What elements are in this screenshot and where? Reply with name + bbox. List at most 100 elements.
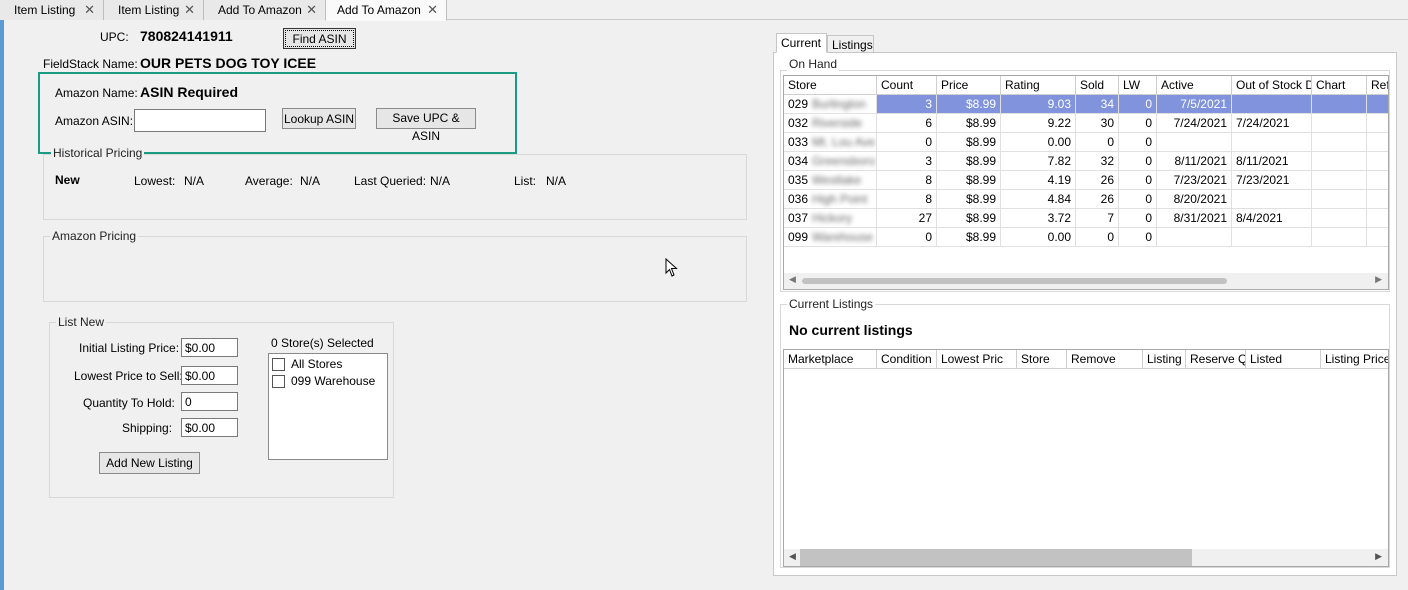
cell-store: 099 Warehouse: [784, 228, 877, 247]
lookup-asin-button[interactable]: Lookup ASIN: [282, 108, 356, 129]
column-header[interactable]: Marketplace: [784, 350, 877, 369]
column-header[interactable]: LW: [1119, 76, 1157, 95]
column-header[interactable]: Listing: [1143, 350, 1186, 369]
left-accent-bar: [0, 20, 4, 590]
cell-count: 8: [877, 171, 937, 190]
table-row[interactable]: 035 Westlake 8 $8.99 4.19 26 0 7/23/2021 7/23/20…: [784, 171, 1388, 190]
tab-add-to-amazon-2[interactable]: Add To Amazon ✕: [325, 0, 447, 21]
store-name: Mt. Lou Ave: [812, 135, 876, 149]
cell-ref: [1367, 228, 1388, 247]
tab-add-to-amazon-1[interactable]: Add To Amazon ✕: [204, 0, 326, 20]
column-header[interactable]: Rating: [1001, 76, 1076, 95]
scroll-thumb[interactable]: [802, 278, 1227, 284]
table-row[interactable]: 029 Burlington 3 $8.99 9.03 34 0 7/5/2021: [784, 95, 1388, 114]
shipping-label: Shipping:: [122, 421, 173, 435]
close-icon[interactable]: ✕: [306, 2, 317, 18]
store-name: Burlington: [812, 97, 867, 111]
cell-ref: [1367, 171, 1388, 190]
cell-ref: [1367, 190, 1388, 209]
cell-price: $8.99: [937, 152, 1001, 171]
shipping-input[interactable]: [181, 418, 238, 437]
checkbox[interactable]: [272, 375, 285, 389]
current-listings-title: Current Listings: [787, 297, 876, 311]
column-header[interactable]: Listing Price: [1321, 350, 1388, 369]
quantity-to-hold-input[interactable]: [181, 392, 238, 411]
add-new-listing-button[interactable]: Add New Listing: [99, 452, 200, 474]
table-row[interactable]: 037 Hickory 27 $8.99 3.72 7 0 8/31/2021 8/4/2021: [784, 209, 1388, 228]
cell-rating: 0.00: [1001, 133, 1076, 152]
cell-count: 8: [877, 190, 937, 209]
column-header[interactable]: Sold: [1076, 76, 1119, 95]
horizontal-scrollbar[interactable]: ◀ ▶: [784, 273, 1388, 289]
tab-label: Item Listing: [118, 3, 180, 17]
on-hand-grid[interactable]: Store Count Price Rating Sold LW Active …: [783, 75, 1389, 290]
cell-count: 3: [877, 152, 937, 171]
tab-listings[interactable]: Listings: [827, 35, 874, 53]
tab-item-listing-1[interactable]: Item Listing ✕: [0, 0, 104, 20]
table-row[interactable]: 036 High Point 8 $8.99 4.84 26 0 8/20/2021: [784, 190, 1388, 209]
column-header[interactable]: Condition: [877, 350, 937, 369]
tab-current[interactable]: Current: [776, 33, 827, 53]
column-header[interactable]: Out of Stock D: [1232, 76, 1312, 95]
cell-oos: [1232, 228, 1312, 247]
cell-oos: [1232, 95, 1312, 114]
column-header[interactable]: Price: [937, 76, 1001, 95]
close-icon[interactable]: ✕: [84, 2, 95, 18]
cell-chart: [1312, 133, 1367, 152]
store-name: High Point: [812, 192, 868, 206]
cell-lw: 0: [1119, 114, 1157, 133]
find-asin-button[interactable]: Find ASIN: [283, 28, 356, 49]
store-code: 033: [788, 135, 809, 149]
cell-store: 036 High Point: [784, 190, 877, 209]
initial-listing-price-input[interactable]: [181, 338, 238, 357]
column-header[interactable]: Store: [784, 76, 877, 95]
column-header[interactable]: Store: [1017, 350, 1067, 369]
checkbox[interactable]: [272, 358, 285, 372]
table-row[interactable]: 034 Greensboro 3 $8.99 7.82 32 0 8/11/2021 8/11/…: [784, 152, 1388, 171]
cell-count: 0: [877, 133, 937, 152]
column-header[interactable]: Chart: [1312, 76, 1367, 95]
cell-lw: 0: [1119, 152, 1157, 171]
scroll-left-icon[interactable]: ◀: [789, 274, 796, 285]
store-option-099[interactable]: 099 Warehouse: [272, 374, 375, 389]
scroll-thumb[interactable]: [800, 549, 1192, 566]
store-code: 036: [788, 192, 809, 206]
column-header[interactable]: Ref: [1367, 76, 1388, 95]
cell-oos: 7/23/2021: [1232, 171, 1312, 190]
cell-ref: [1367, 209, 1388, 228]
tab-item-listing-2[interactable]: Item Listing ✕: [104, 0, 204, 20]
table-row[interactable]: 099 Warehouse 0 $8.99 0.00 0 0: [784, 228, 1388, 247]
lowest-price-to-sell-input[interactable]: [181, 366, 238, 385]
scroll-left-icon[interactable]: ◀: [789, 551, 796, 562]
cell-store: 037 Hickory: [784, 209, 877, 228]
scroll-right-icon[interactable]: ▶: [1375, 551, 1382, 562]
table-row[interactable]: 033 Mt. Lou Ave 0 $8.99 0.00 0 0: [784, 133, 1388, 152]
column-header[interactable]: Reserve Q: [1186, 350, 1246, 369]
cell-sold: 30: [1076, 114, 1119, 133]
store-option-all[interactable]: All Stores: [272, 357, 342, 372]
table-row[interactable]: 032 Riverside 6 $8.99 9.22 30 0 7/24/2021 7/24/2…: [784, 114, 1388, 133]
upc-label: UPC:: [100, 30, 129, 44]
amazon-asin-input[interactable]: [134, 109, 266, 132]
cell-price: $8.99: [937, 114, 1001, 133]
horizontal-scrollbar[interactable]: ◀ ▶: [784, 549, 1388, 566]
cell-lw: 0: [1119, 171, 1157, 190]
cell-sold: 7: [1076, 209, 1119, 228]
store-select-list[interactable]: All Stores 099 Warehouse: [268, 353, 388, 460]
list-new-title: List New: [56, 315, 107, 329]
listings-grid[interactable]: Marketplace Condition Lowest Pric Store …: [783, 349, 1389, 567]
close-icon[interactable]: ✕: [427, 2, 438, 18]
cell-price: $8.99: [937, 133, 1001, 152]
save-upc-asin-button[interactable]: Save UPC & ASIN: [376, 108, 476, 143]
column-header[interactable]: Listed: [1246, 350, 1321, 369]
scroll-right-icon[interactable]: ▶: [1375, 274, 1382, 285]
close-icon[interactable]: ✕: [184, 2, 195, 18]
column-header[interactable]: Count: [877, 76, 937, 95]
cell-active: 8/20/2021: [1157, 190, 1232, 209]
cell-rating: 9.22: [1001, 114, 1076, 133]
column-header[interactable]: Active: [1157, 76, 1232, 95]
condition-label: New: [55, 173, 80, 187]
store-code: 034: [788, 154, 809, 168]
column-header[interactable]: Remove: [1067, 350, 1143, 369]
column-header[interactable]: Lowest Pric: [937, 350, 1017, 369]
